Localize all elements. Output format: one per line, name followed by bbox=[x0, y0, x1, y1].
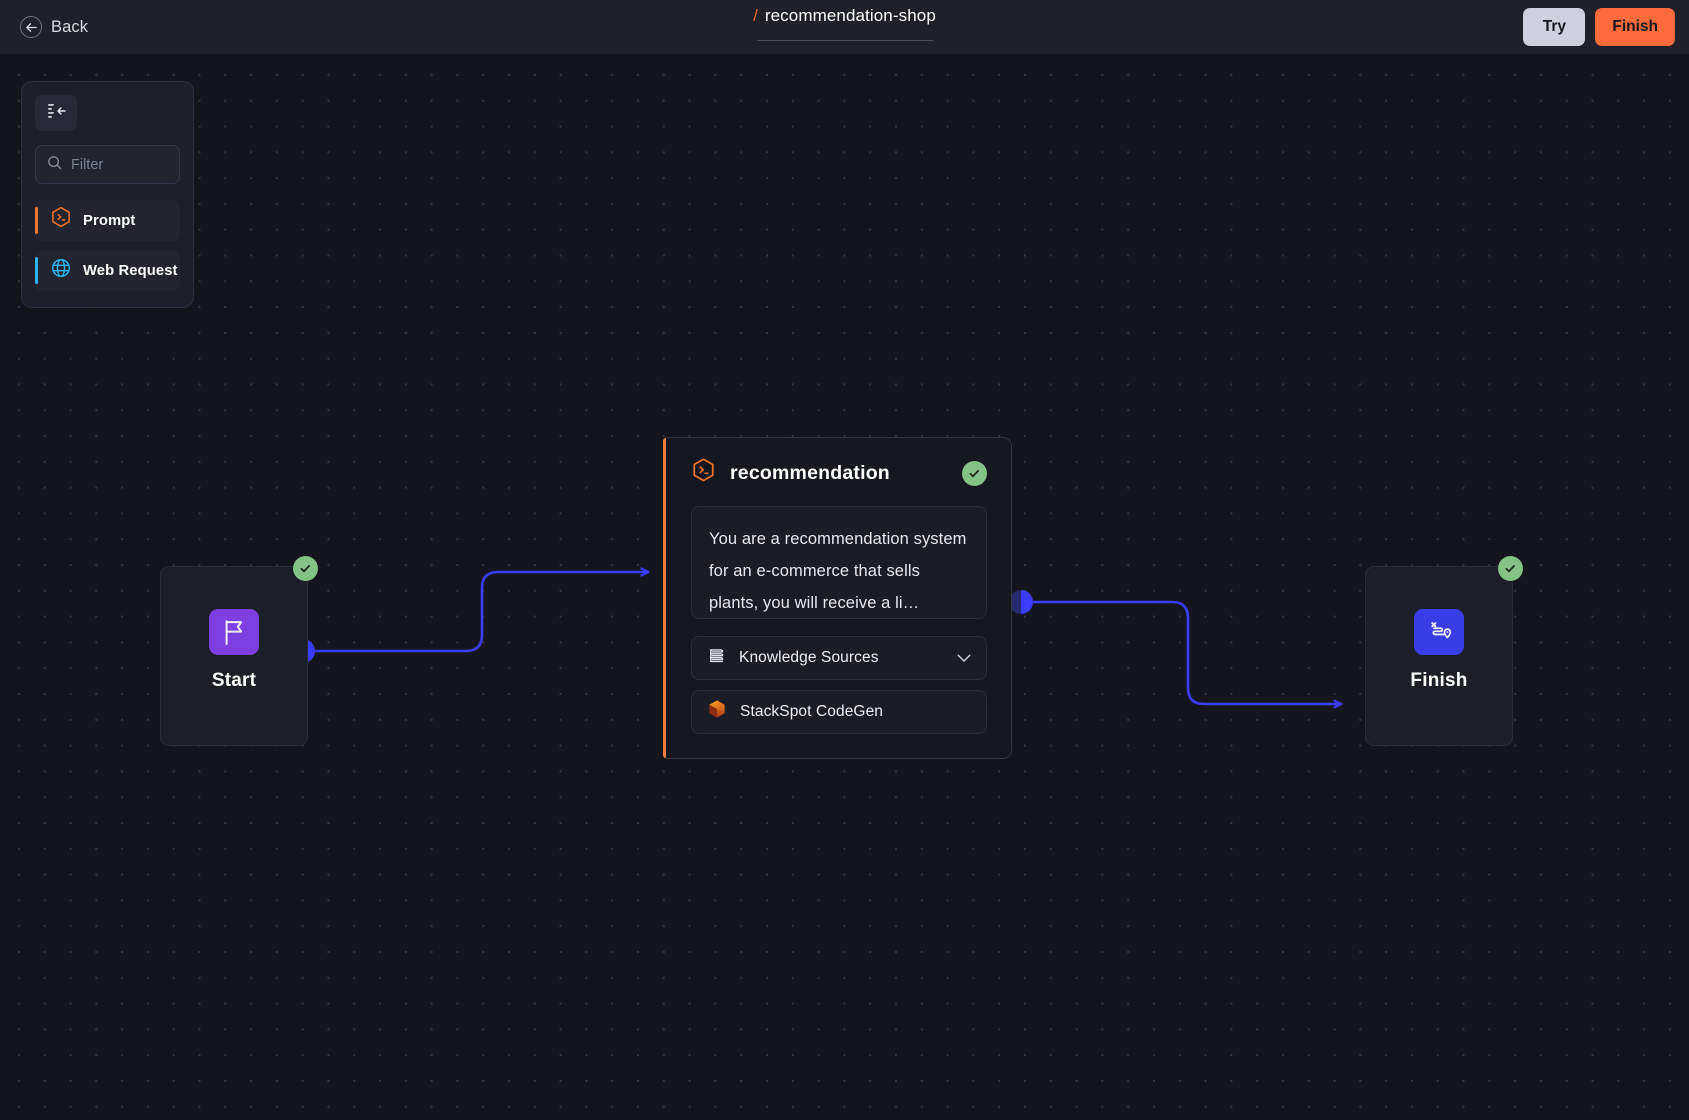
cube-icon bbox=[707, 699, 727, 725]
knowledge-source-item-label: StackSpot CodeGen bbox=[740, 703, 884, 720]
palette-item-label: Web Request bbox=[83, 262, 178, 279]
filter-field[interactable] bbox=[35, 145, 258, 184]
prompt-node-header: recommendation bbox=[691, 457, 987, 490]
knowledge-source-item[interactable]: StackSpot CodeGen bbox=[691, 690, 987, 734]
chevron-down-icon[interactable] bbox=[957, 654, 971, 663]
globe-icon bbox=[50, 257, 72, 284]
palette-item-prompt[interactable]: Prompt bbox=[35, 200, 180, 241]
books-stack-icon bbox=[707, 646, 726, 670]
check-circle-icon bbox=[1498, 556, 1523, 581]
check-circle-icon bbox=[962, 460, 987, 486]
title-underline bbox=[756, 40, 933, 41]
node-finish-label: Finish bbox=[1410, 670, 1468, 691]
node-palette: Prompt Web Request bbox=[21, 81, 258, 308]
palette-item-web-request[interactable]: Web Request bbox=[35, 250, 180, 291]
route-map-icon bbox=[1414, 609, 1464, 655]
prompt-text: You are a recommendation system for an e… bbox=[709, 530, 967, 612]
palette-item-label: Prompt bbox=[83, 212, 136, 229]
prompt-text-preview[interactable]: You are a recommendation system for an e… bbox=[691, 506, 987, 619]
search-icon bbox=[47, 155, 62, 175]
top-bar-actions: Try Finish bbox=[1523, 8, 1675, 46]
finish-button[interactable]: Finish bbox=[1595, 8, 1675, 46]
collapse-panel-icon bbox=[47, 103, 66, 124]
node-prompt-recommendation[interactable]: recommendation You are a recommendation … bbox=[663, 437, 1012, 759]
flag-icon bbox=[209, 609, 259, 655]
top-bar: Back / recommendation-shop Try Finish bbox=[0, 0, 1689, 54]
node-start-label: Start bbox=[211, 670, 257, 691]
knowledge-sources-row[interactable]: Knowledge Sources bbox=[691, 636, 987, 680]
edge-start-to-prompt bbox=[291, 572, 648, 663]
try-button[interactable]: Try bbox=[1523, 8, 1586, 46]
node-finish[interactable]: Finish bbox=[1365, 556, 1523, 746]
hexagon-terminal-icon bbox=[691, 457, 716, 490]
breadcrumb-separator: / bbox=[753, 6, 758, 25]
edge-prompt-to-finish bbox=[1009, 590, 1341, 704]
hexagon-terminal-icon bbox=[50, 206, 72, 235]
workflow-editor: Back / recommendation-shop Try Finish Fi… bbox=[0, 0, 1689, 1120]
breadcrumb: / recommendation-shop bbox=[0, 6, 1689, 41]
filter-input[interactable] bbox=[71, 156, 258, 173]
prompt-node-title: recommendation bbox=[730, 461, 890, 484]
collapse-panel-button[interactable] bbox=[35, 95, 77, 131]
flow-canvas[interactable]: Prompt Web Request bbox=[0, 54, 1689, 1120]
check-circle-icon bbox=[293, 556, 318, 581]
knowledge-sources-label: Knowledge Sources bbox=[739, 649, 879, 666]
page-title: recommendation-shop bbox=[764, 6, 936, 25]
node-start[interactable]: Start bbox=[160, 556, 318, 746]
